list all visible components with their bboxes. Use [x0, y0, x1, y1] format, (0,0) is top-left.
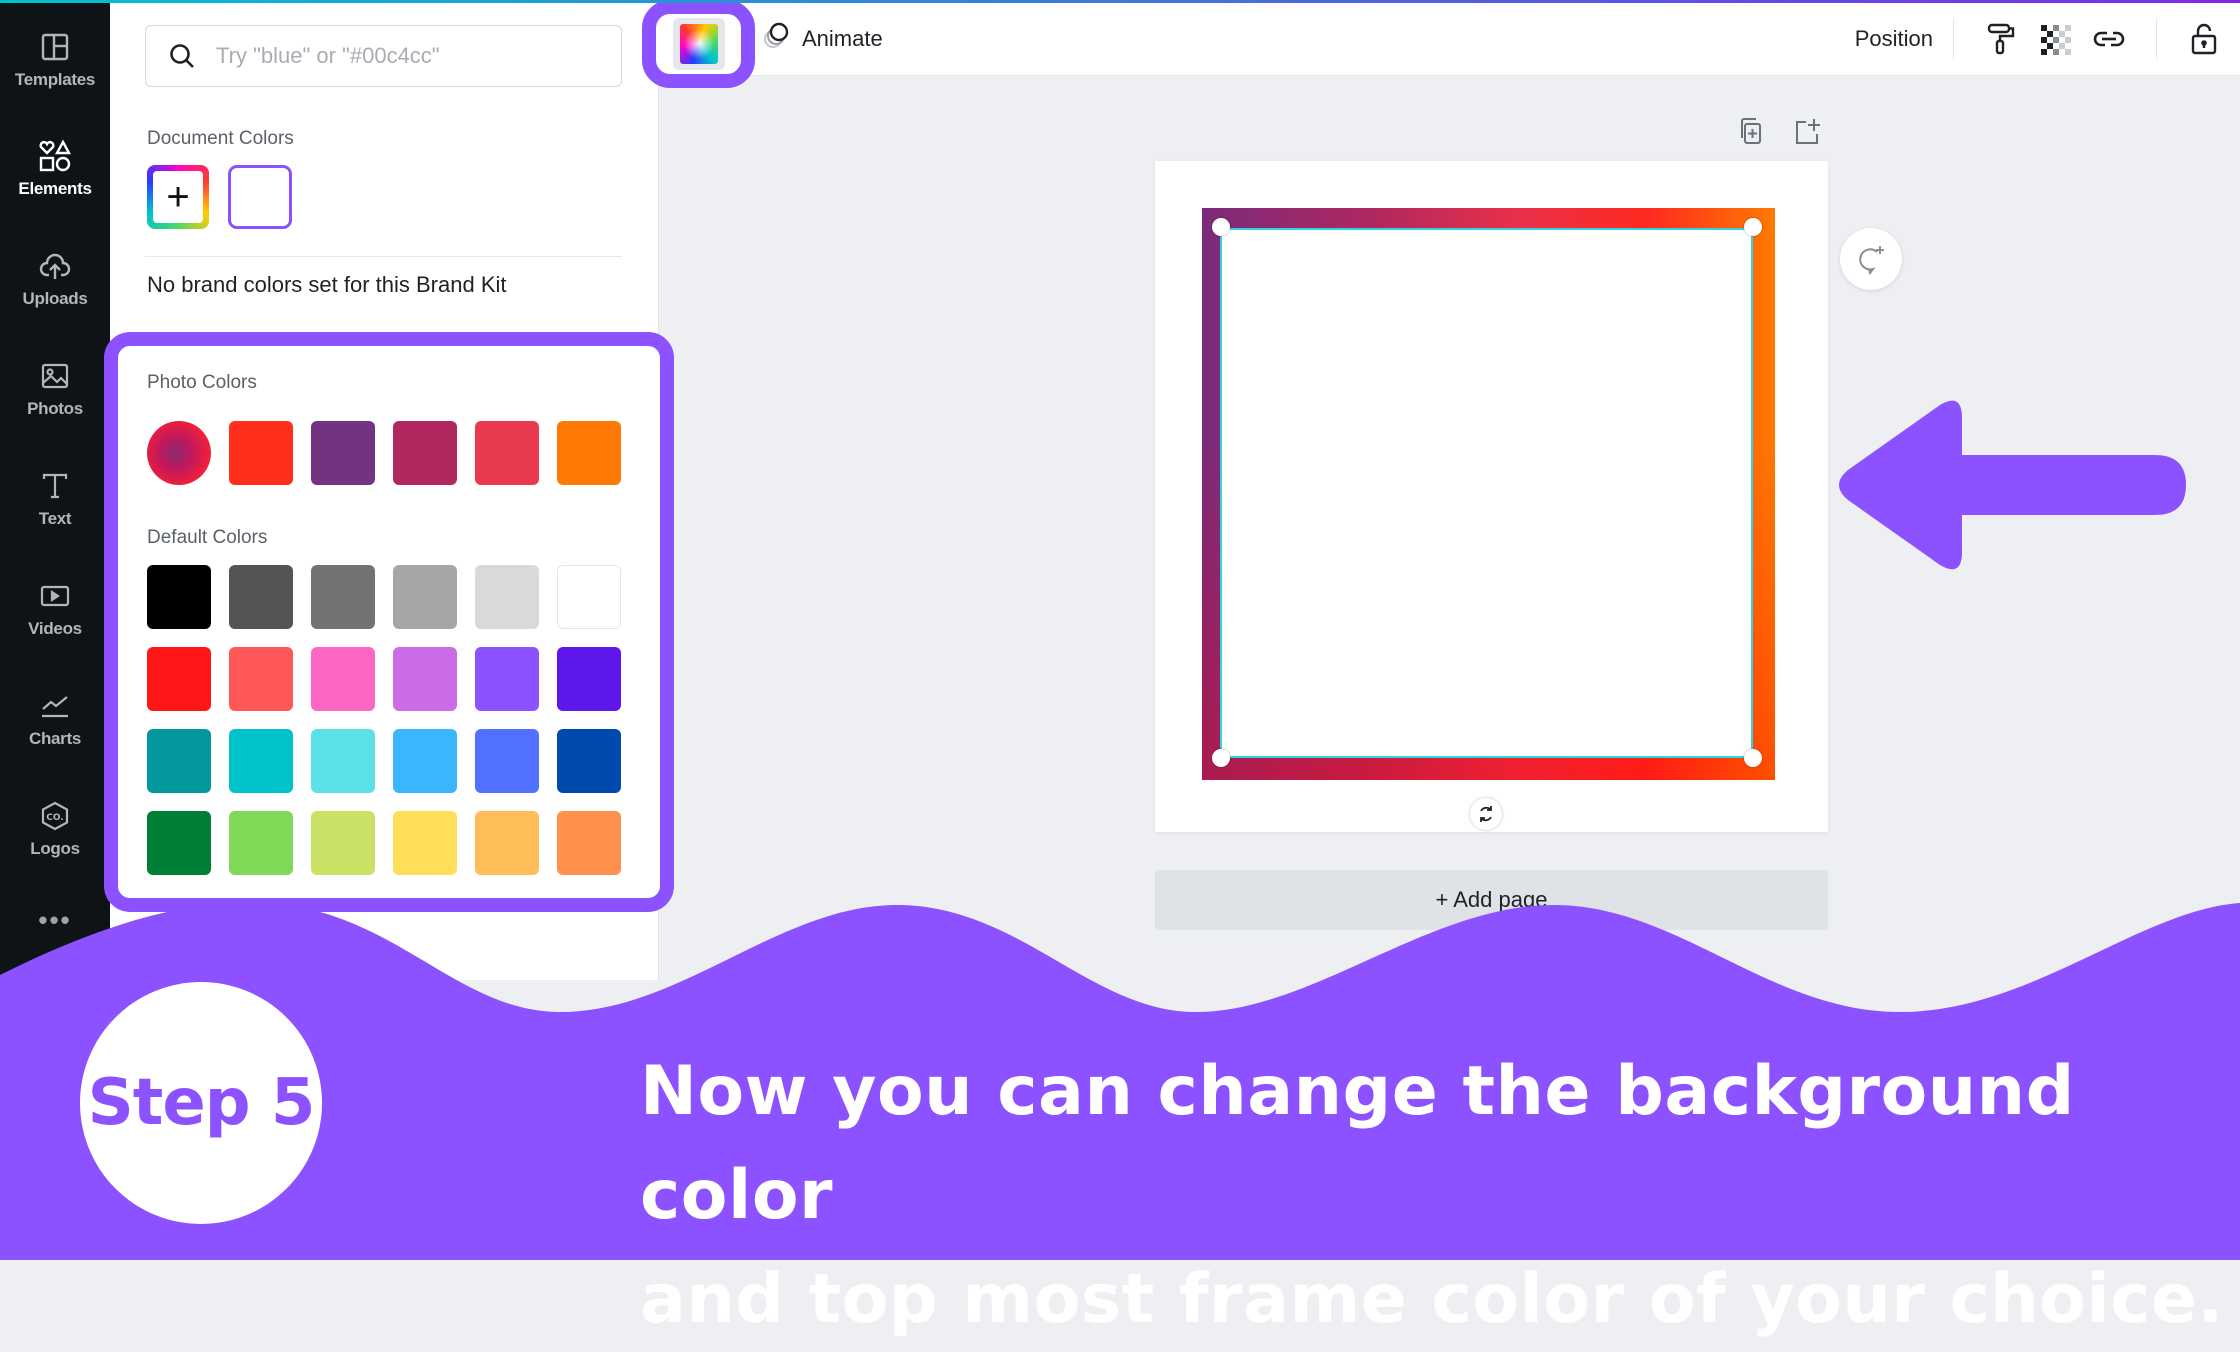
caption-line-2: and top most frame color of your choice.	[640, 1260, 2224, 1339]
caption: Now you can change the background color …	[640, 1040, 2230, 1352]
caption-line-1: Now you can change the background color	[640, 1052, 2075, 1235]
step-label: Step 5	[87, 1066, 316, 1140]
step-badge: Step 5	[80, 982, 322, 1224]
